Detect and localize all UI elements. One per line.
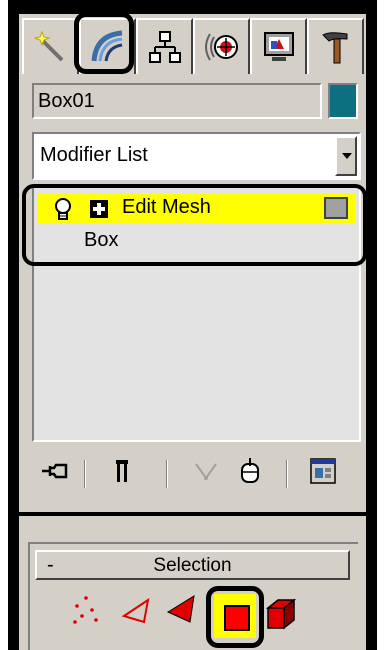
selection-rollout-header[interactable]: - Selection [35, 550, 350, 580]
vertex-level-icon[interactable] [72, 592, 102, 626]
stack-highlight [22, 184, 367, 266]
separator [286, 460, 288, 488]
element-level-icon[interactable] [264, 596, 298, 632]
tab-utilities[interactable] [307, 18, 364, 74]
object-name-field[interactable]: Box01 [32, 83, 322, 119]
tab-display[interactable] [250, 18, 307, 74]
tab-hierarchy[interactable] [136, 18, 193, 74]
tab-motion[interactable] [193, 18, 250, 74]
pin-stack-icon[interactable] [40, 456, 70, 486]
tab-create[interactable] [22, 18, 79, 74]
stack-toolbar [32, 452, 361, 492]
hierarchy-icon [148, 31, 181, 63]
object-color-swatch[interactable] [328, 83, 358, 119]
create-wand-icon [33, 30, 63, 62]
dropdown-arrow-button[interactable] [335, 136, 357, 176]
modifier-list-dropdown[interactable]: Modifier List [32, 132, 361, 180]
modify-tab-highlight [74, 12, 134, 74]
display-monitor-icon [263, 32, 294, 61]
face-level-icon[interactable] [166, 592, 198, 626]
remove-modifier-icon[interactable] [238, 456, 262, 486]
polygon-level-highlight [206, 586, 264, 648]
utilities-hammer-icon [321, 32, 347, 64]
show-end-result-icon[interactable] [112, 456, 132, 486]
separator [166, 460, 168, 488]
rollout-divider [19, 512, 366, 516]
modifier-list-label: Modifier List [40, 144, 148, 166]
chevron-down-icon [342, 153, 352, 159]
rollout-title: Selection [153, 555, 232, 576]
separator [84, 460, 86, 488]
make-unique-icon[interactable] [192, 456, 222, 486]
motion-icon [204, 33, 238, 61]
configure-modifier-sets-icon[interactable] [308, 456, 338, 486]
edge-level-icon[interactable] [120, 592, 154, 626]
